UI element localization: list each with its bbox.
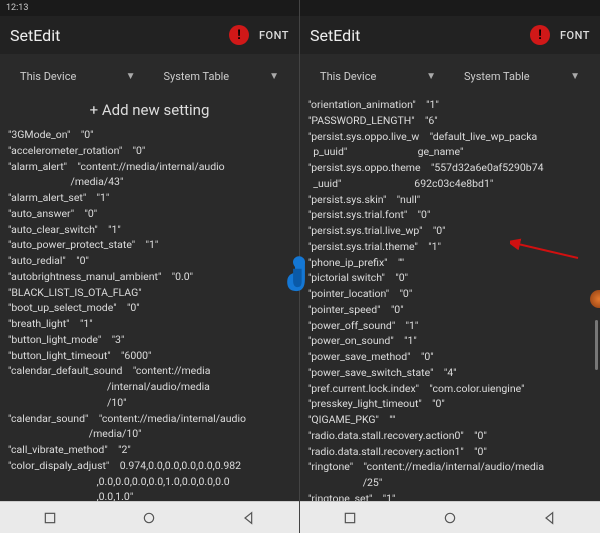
settings-list-right[interactable]: "orientation_animation" "1""PASSWORD_LEN…	[300, 97, 600, 501]
setting-row[interactable]: "alarm_alert_set" "1"	[8, 190, 291, 206]
device-selector[interactable]: This Device ▼	[12, 70, 144, 83]
device-selector-label: This Device	[20, 70, 76, 83]
phone-right: SetEdit ! FONT This Device ▼ System Tabl…	[300, 0, 600, 533]
setting-row[interactable]: "radio.data.stall.recovery.action1" "0"	[308, 444, 592, 460]
setting-row[interactable]: "orientation_animation" "1"	[308, 97, 592, 113]
setting-row[interactable]: "auto_redial" "0"	[8, 253, 291, 269]
setting-row[interactable]: "button_light_mode" "3"	[8, 332, 291, 348]
setting-row[interactable]: "persist.sys.skin" "null"	[308, 192, 592, 208]
status-time: 12:13	[6, 3, 28, 13]
settings-list-left[interactable]: + Add new setting "3GMode_on" "0""accele…	[0, 97, 299, 501]
setting-row[interactable]: "persist.sys.oppo.theme "557d32a6e0af529…	[308, 160, 592, 192]
watermark-logo-icon	[278, 253, 320, 295]
font-button[interactable]: FONT	[560, 29, 590, 42]
setting-row[interactable]: "power_save_switch_state" "4"	[308, 365, 592, 381]
setting-row[interactable]: "persist.sys.oppo.live_w "default_live_w…	[308, 129, 592, 161]
setting-row[interactable]: "auto_clear_switch" "1"	[8, 222, 291, 238]
nav-bar	[300, 501, 600, 533]
nav-recent-icon[interactable]	[42, 510, 58, 526]
nav-recent-icon[interactable]	[342, 510, 358, 526]
chevron-down-icon: ▼	[269, 71, 279, 82]
nav-back-icon[interactable]	[542, 510, 558, 526]
setting-row[interactable]: "pointer_speed" "0"	[308, 302, 592, 318]
setting-row[interactable]: "QIGAME_PKG" ""	[308, 412, 592, 428]
warning-icon[interactable]: !	[229, 25, 249, 45]
nav-home-icon[interactable]	[141, 510, 157, 526]
chevron-down-icon: ▼	[426, 71, 436, 82]
device-selector[interactable]: This Device ▼	[312, 70, 444, 83]
setting-row[interactable]: "power_on_sound" "1"	[308, 333, 592, 349]
setting-row[interactable]: "boot_up_select_mode" "0"	[8, 300, 291, 316]
setting-row[interactable]: "alarm_alert" "content://media/internal/…	[8, 159, 291, 191]
status-bar	[300, 0, 600, 16]
setting-row[interactable]: "accelerometer_rotation" "0"	[8, 143, 291, 159]
selector-row: This Device ▼ System Table ▼	[0, 54, 299, 97]
app-bar: SetEdit ! FONT	[300, 16, 600, 54]
nav-back-icon[interactable]	[241, 510, 257, 526]
selector-row: This Device ▼ System Table ▼	[300, 54, 600, 97]
setting-row[interactable]: "call_vibrate_method" "2"	[8, 442, 291, 458]
app-title: SetEdit	[10, 26, 60, 45]
device-selector-label: This Device	[320, 70, 376, 83]
setting-row[interactable]: "color_dispaly_adjust" 0.974,0.0,0.0,0.0…	[8, 458, 291, 501]
chevron-down-icon: ▼	[126, 71, 136, 82]
setting-row[interactable]: "button_light_timeout" "6000"	[8, 348, 291, 364]
status-bar: 12:13	[0, 0, 299, 16]
app-bar: SetEdit ! FONT	[0, 16, 299, 54]
setting-row[interactable]: "3GMode_on" "0"	[8, 127, 291, 143]
setting-row[interactable]: "breath_light" "1"	[8, 316, 291, 332]
setting-row[interactable]: "calendar_sound" "content://media/intern…	[8, 411, 291, 443]
setting-row[interactable]: "ringtone" "content://media/internal/aud…	[308, 459, 592, 491]
nav-bar	[0, 501, 299, 533]
table-selector[interactable]: System Table ▼	[156, 70, 288, 83]
setting-row[interactable]: "persist.sys.trial.live_wp" "0"	[308, 223, 592, 239]
setting-row[interactable]: "radio.data.stall.recovery.action0" "0"	[308, 428, 592, 444]
scroll-indicator[interactable]	[595, 320, 598, 370]
font-button[interactable]: FONT	[259, 29, 289, 42]
setting-row[interactable]: "PASSWORD_LENGTH" "6"	[308, 113, 592, 129]
setting-row[interactable]: "autobrightness_manul_ambient" "0.0"	[8, 269, 291, 285]
app-title: SetEdit	[310, 26, 360, 45]
warning-icon[interactable]: !	[530, 25, 550, 45]
setting-row[interactable]: "ringtone_set" "1"	[308, 491, 592, 501]
setting-row[interactable]: "auto_power_protect_state" "1"	[8, 237, 291, 253]
setting-row[interactable]: "pref.current.lock.index" "com.color.uie…	[308, 381, 592, 397]
annotation-arrow-icon	[510, 238, 582, 264]
setting-row[interactable]: "persist.sys.trial.font" "0"	[308, 207, 592, 223]
setting-row[interactable]: "pointer_location" "0"	[308, 286, 592, 302]
nav-home-icon[interactable]	[442, 510, 458, 526]
setting-row[interactable]: "power_save_method" "0"	[308, 349, 592, 365]
setting-row[interactable]: "calendar_default_sound "content://media…	[8, 363, 291, 410]
setting-row[interactable]: "power_off_sound" "1"	[308, 318, 592, 334]
table-selector[interactable]: System Table ▼	[456, 70, 588, 83]
phone-left: 12:13 SetEdit ! FONT This Device ▼ Syste…	[0, 0, 300, 533]
setting-row[interactable]: "presskey_light_timeout" "0"	[308, 396, 592, 412]
table-selector-label: System Table	[164, 70, 230, 83]
chevron-down-icon: ▼	[570, 71, 580, 82]
setting-row[interactable]: "auto_answer" "0"	[8, 206, 291, 222]
add-new-setting[interactable]: + Add new setting	[8, 97, 291, 127]
setting-row[interactable]: "BLACK_LIST_IS_OTA_FLAG"	[8, 285, 291, 301]
table-selector-label: System Table	[464, 70, 530, 83]
setting-row[interactable]: "pictorial switch" "0"	[308, 270, 592, 286]
